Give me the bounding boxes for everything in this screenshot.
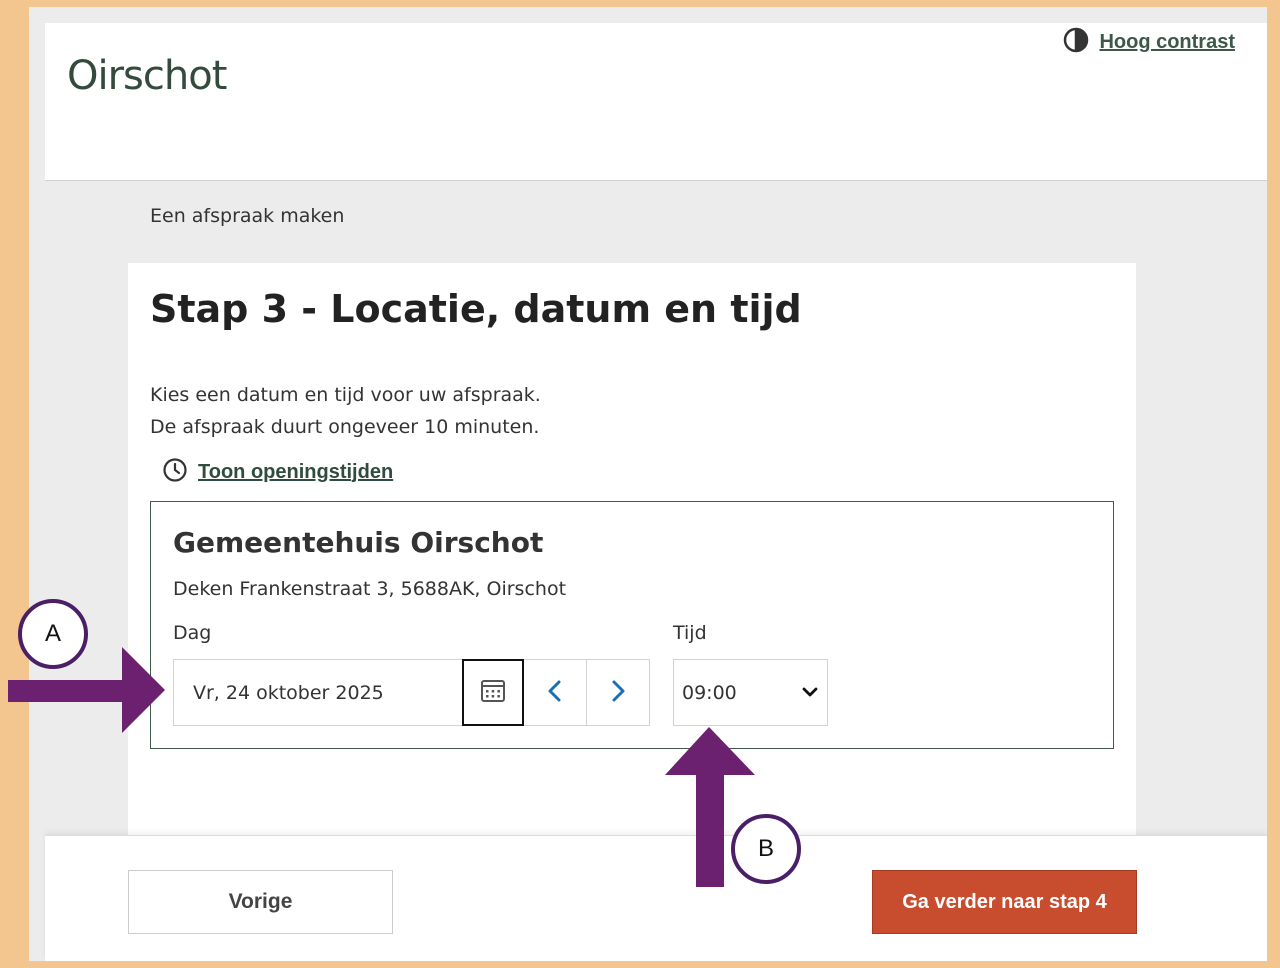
high-contrast-label[interactable]: Hoog contrast [1099, 31, 1235, 54]
day-label: Dag [173, 622, 212, 644]
intro-line-2: De afspraak duurt ongeveer 10 minuten. [150, 416, 540, 438]
location-name: Gemeentehuis Oirschot [173, 526, 544, 559]
calendar-button[interactable] [462, 659, 524, 726]
logo[interactable]: Oirschot [67, 53, 227, 99]
high-contrast-link[interactable]: Hoog contrast [1063, 27, 1235, 57]
opening-hours-link[interactable]: Toon openingstijden [162, 457, 393, 487]
intro-line-1: Kies een datum en tijd voor uw afspraak. [150, 384, 541, 406]
date-picker: Vr, 24 oktober 2025 [173, 659, 650, 726]
previous-day-button[interactable] [524, 659, 587, 726]
contrast-icon [1063, 27, 1089, 57]
breadcrumb: Een afspraak maken [150, 205, 345, 227]
time-value: 09:00 [682, 681, 737, 704]
annotation-callout-b: B [731, 814, 801, 884]
next-day-button[interactable] [587, 659, 650, 726]
location-panel: Gemeentehuis Oirschot Deken Frankenstraa… [150, 501, 1114, 749]
site-header: Oirschot Hoog contrast [45, 23, 1267, 181]
annotation-arrow-a [8, 647, 165, 733]
location-address: Deken Frankenstraat 3, 5688AK, Oirschot [173, 578, 567, 600]
clock-icon [162, 457, 188, 487]
previous-button[interactable]: Vorige [128, 870, 393, 934]
opening-hours-label[interactable]: Toon openingstijden [198, 461, 393, 484]
chevron-down-icon [801, 682, 819, 704]
chevron-right-icon [608, 679, 628, 707]
next-step-button[interactable]: Ga verder naar stap 4 [872, 870, 1137, 934]
page-title: Stap 3 - Locatie, datum en tijd [150, 287, 802, 331]
step-card: Stap 3 - Locatie, datum en tijd Kies een… [128, 263, 1136, 863]
date-field[interactable]: Vr, 24 oktober 2025 [173, 659, 462, 726]
app-frame: Oirschot Hoog contrast Een afspraak make… [29, 7, 1267, 961]
intro-text: Kies een datum en tijd voor uw afspraak.… [150, 379, 541, 443]
calendar-icon [479, 677, 507, 709]
time-select[interactable]: 09:00 [673, 659, 828, 726]
time-label: Tijd [673, 622, 707, 644]
chevron-left-icon [545, 679, 565, 707]
annotation-callout-a: A [18, 599, 88, 669]
footer-bar: Vorige Ga verder naar stap 4 [45, 835, 1267, 961]
